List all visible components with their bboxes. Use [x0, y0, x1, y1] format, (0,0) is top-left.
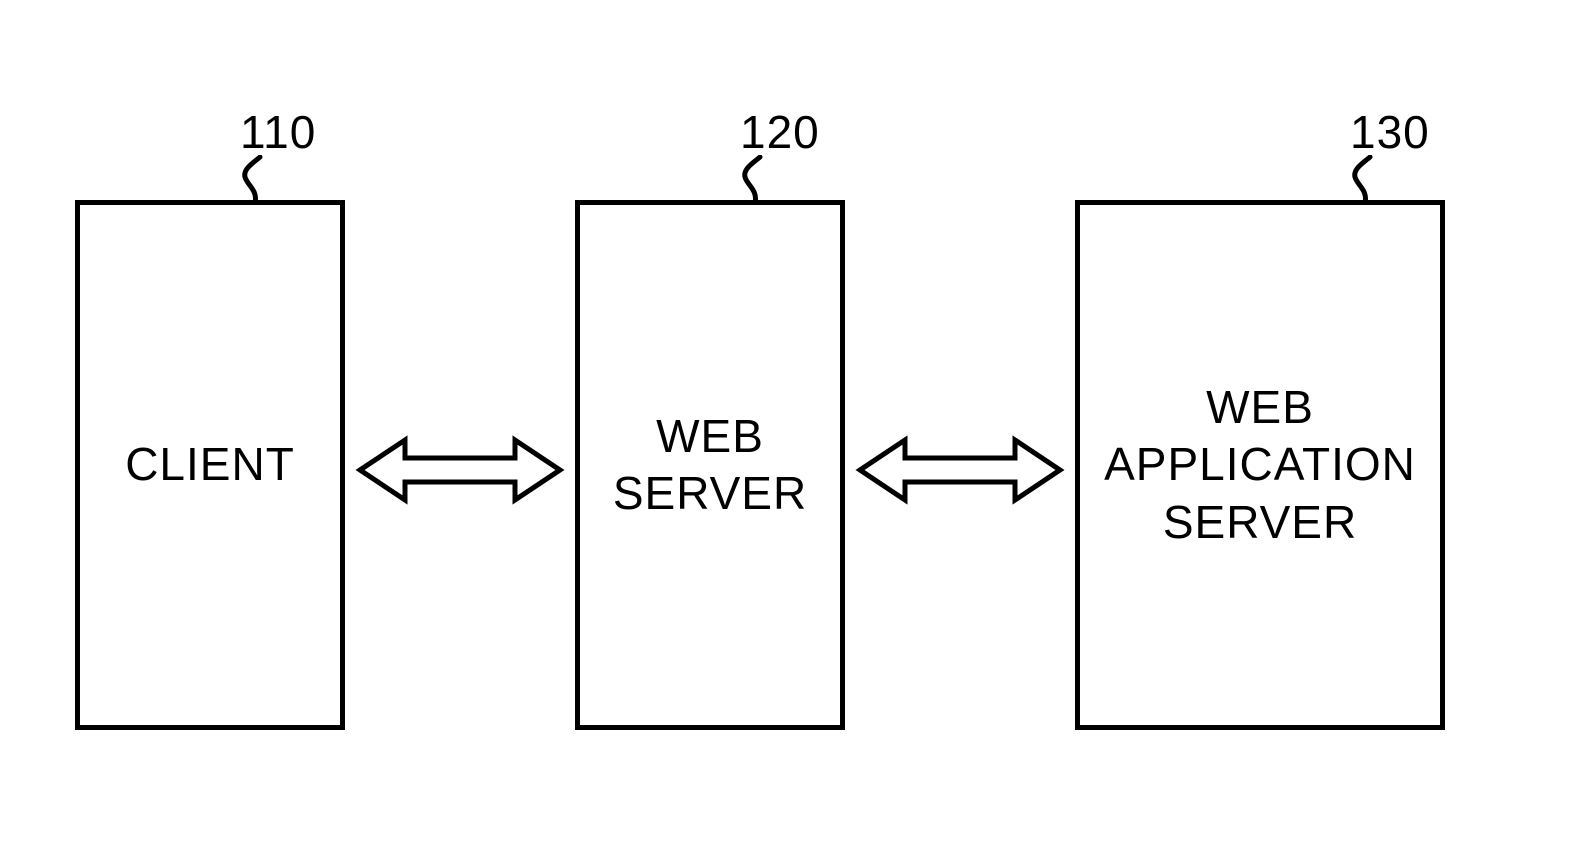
diagram-canvas: 110 120 130 CLIENT WEB SERVER WEB APPLIC… — [0, 0, 1593, 850]
leader-appserver — [1335, 155, 1395, 205]
leader-webserver — [725, 155, 785, 205]
refnum-appserver: 130 — [1350, 105, 1430, 159]
box-appserver: WEB APPLICATION SERVER — [1075, 200, 1445, 730]
refnum-webserver: 120 — [740, 105, 820, 159]
refnum-client: 110 — [240, 105, 316, 159]
box-client: CLIENT — [75, 200, 345, 730]
box-appserver-label: WEB APPLICATION SERVER — [1104, 379, 1416, 552]
arrow-client-webserver — [345, 430, 575, 510]
box-client-label: CLIENT — [125, 436, 295, 494]
arrow-webserver-appserver — [845, 430, 1075, 510]
box-webserver-label: WEB SERVER — [613, 408, 807, 523]
box-webserver: WEB SERVER — [575, 200, 845, 730]
leader-client — [225, 155, 285, 205]
